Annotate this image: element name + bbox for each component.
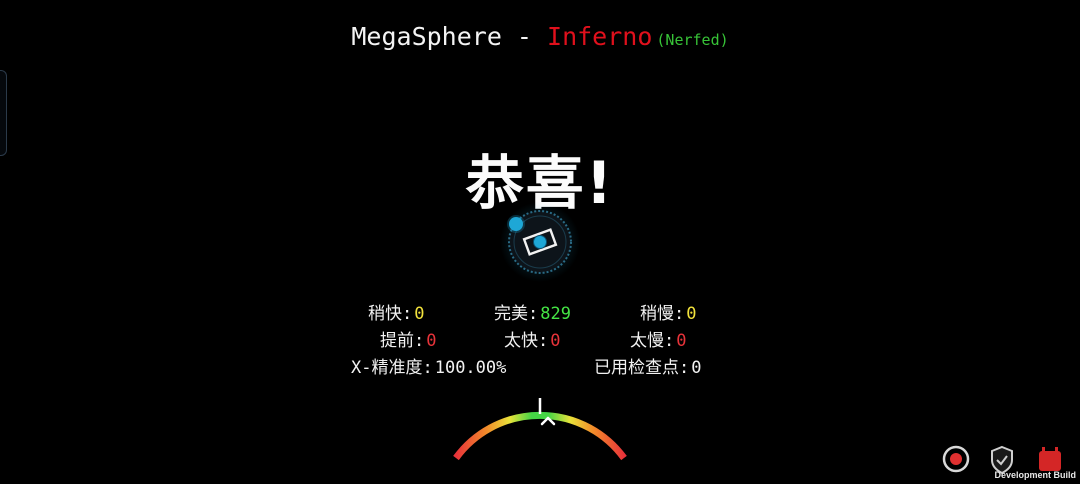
planet-icon — [500, 202, 580, 282]
too-late-stat: 太慢: 0 — [630, 326, 687, 351]
x-accuracy-label: X-精准度: — [351, 358, 433, 378]
perfect-stat: 完美: 829 — [494, 299, 571, 324]
late-value: 0 — [686, 304, 697, 324]
record-icon[interactable] — [942, 445, 970, 473]
too-late-value: 0 — [676, 331, 687, 351]
early-stat: 稍快: 0 — [368, 299, 425, 324]
too-early-stat: 太快: 0 — [504, 326, 561, 351]
checkpoints-value: 0 — [691, 358, 702, 378]
too-late-label: 太慢: — [630, 331, 675, 351]
too-early-label: 太快: — [504, 331, 549, 351]
checkpoints-stat: 已用检查点: 0 — [594, 353, 702, 378]
song-name: MegaSphere — [351, 22, 502, 51]
perfect-value: 829 — [540, 304, 571, 324]
dev-build-label: Development Build — [994, 470, 1076, 480]
too-early-prev-label: 提前: — [380, 331, 425, 351]
late-stat: 稍慢: 0 — [640, 299, 697, 324]
nerfed-tag: (Nerfed) — [656, 31, 729, 49]
calendar-icon[interactable] — [1039, 447, 1061, 471]
title-separator: - — [501, 22, 548, 51]
perfect-label: 完美: — [494, 304, 539, 324]
x-accuracy-stat: X-精准度: 100.00% — [351, 353, 506, 378]
too-early-prev-value: 0 — [426, 331, 437, 351]
level-title: MegaSphere - Inferno (Nerfed) — [0, 22, 1080, 51]
timing-gauge — [453, 398, 627, 461]
early-value: 0 — [414, 304, 425, 324]
too-early-prev-stat: 提前: 0 — [380, 326, 437, 351]
early-label: 稍快: — [368, 304, 413, 324]
checkpoints-label: 已用检查点: — [594, 358, 690, 378]
too-early-value: 0 — [550, 331, 561, 351]
difficulty-label: Inferno — [547, 22, 653, 51]
late-label: 稍慢: — [640, 304, 685, 324]
x-accuracy-value: 100.00% — [434, 358, 507, 378]
